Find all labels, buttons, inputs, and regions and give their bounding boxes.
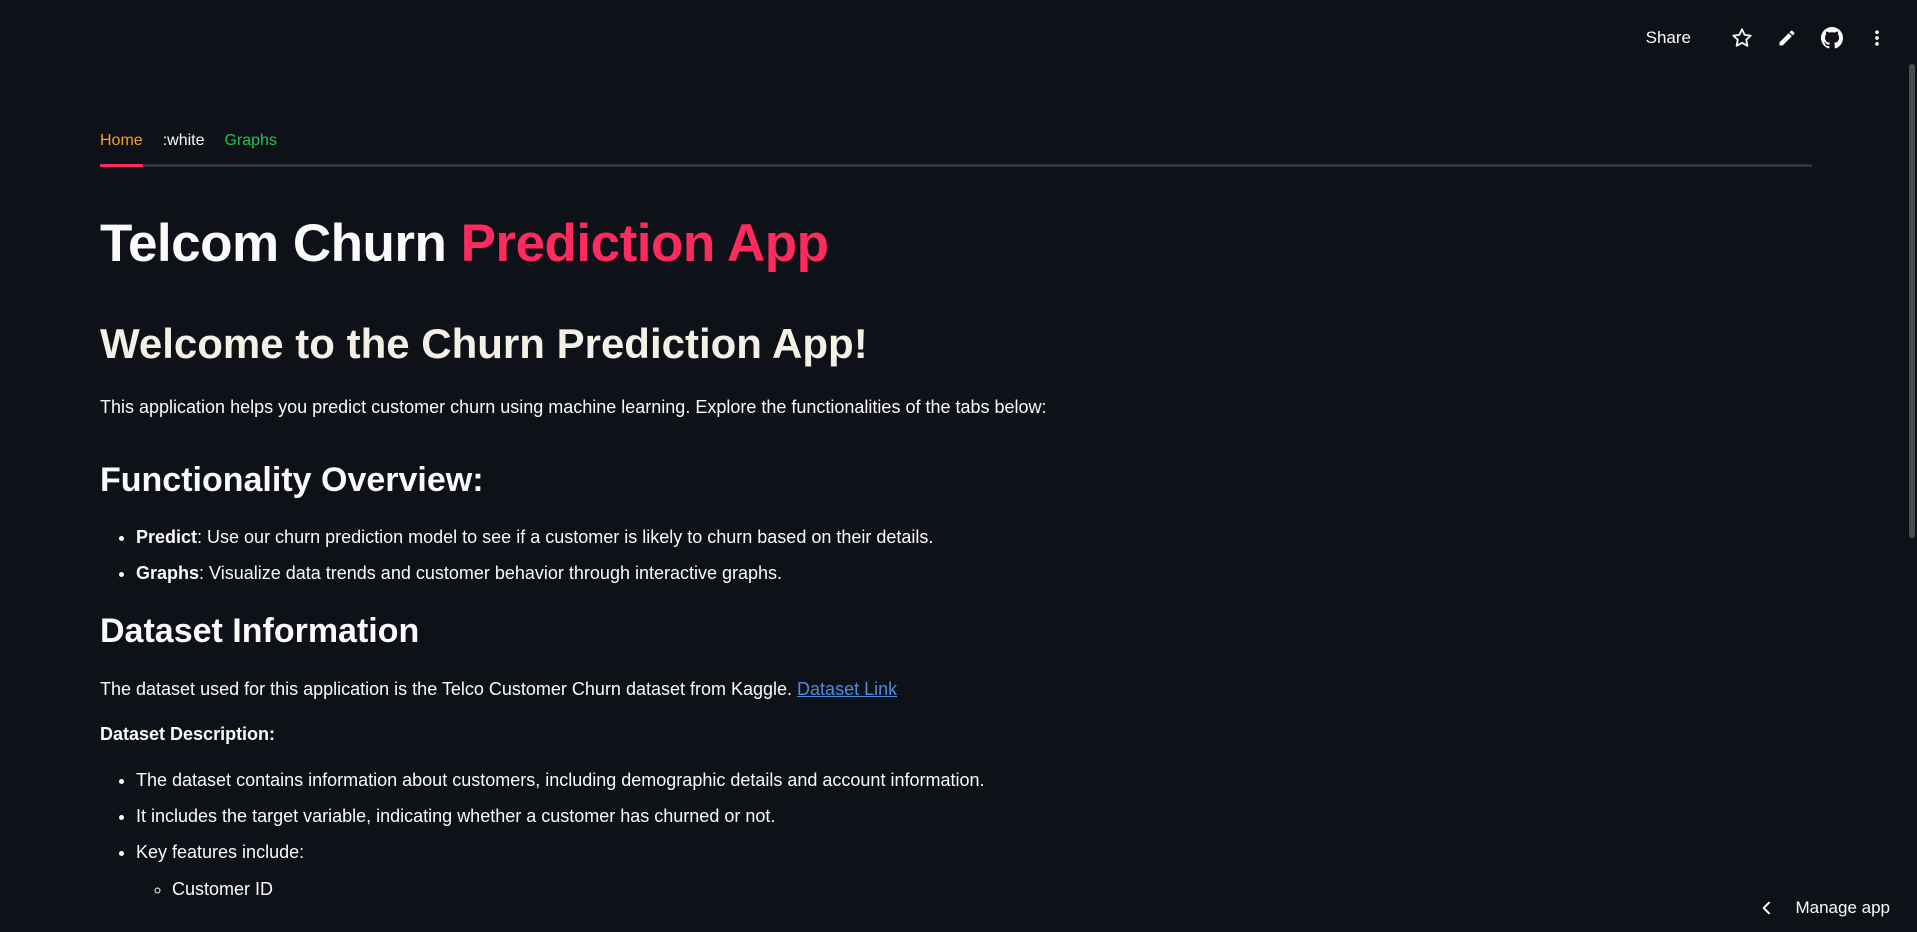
dataset-text-body: The dataset used for this application is… — [100, 679, 798, 700]
tab-home[interactable]: Home — [100, 120, 143, 167]
list-item-text: Key features include: — [136, 842, 305, 863]
top-toolbar: Share — [1646, 22, 1889, 54]
dataset-link[interactable]: Dataset Link — [797, 679, 897, 699]
key-features-list: Customer ID — [136, 876, 1812, 902]
page-title: Telcom Churn Prediction App — [100, 214, 1812, 273]
tab-white[interactable]: :white — [163, 120, 205, 164]
more-vertical-icon[interactable] — [1865, 26, 1889, 50]
manage-app-label: Manage app — [1795, 898, 1890, 917]
main-content: Home :white Graphs Telcom Churn Predicti… — [100, 116, 1812, 912]
list-item-bold: Predict — [136, 526, 198, 547]
manage-app-button[interactable]: Manage app — [1759, 898, 1890, 918]
list-item-text: : Use our churn prediction model to see … — [197, 526, 934, 547]
dataset-description-list: The dataset contains information about c… — [100, 767, 1812, 901]
list-item: Predict: Use our churn prediction model … — [136, 524, 1812, 550]
page-title-accent: Prediction App — [460, 214, 829, 273]
star-icon[interactable] — [1730, 26, 1754, 50]
dataset-text: The dataset used for this application is… — [100, 677, 1812, 702]
list-item: Graphs: Visualize data trends and custom… — [136, 560, 1812, 586]
chevron-left-icon — [1759, 900, 1775, 916]
app-root: Share Home :white Graphs Telcom Churn Pr… — [0, 0, 1917, 932]
pencil-icon[interactable] — [1775, 26, 1799, 50]
functionality-list: Predict: Use our churn prediction model … — [100, 524, 1812, 586]
list-item: It includes the target variable, indicat… — [136, 803, 1812, 829]
intro-text: This application helps you predict custo… — [100, 397, 1047, 418]
list-item: The dataset contains information about c… — [136, 767, 1812, 793]
list-item-text: : Visualize data trends and customer beh… — [199, 562, 783, 583]
github-icon[interactable] — [1820, 26, 1844, 50]
list-item: Key features include: Customer ID — [136, 839, 1812, 901]
list-item: Customer ID — [172, 876, 1812, 902]
dataset-heading: Dataset Information — [100, 611, 420, 650]
home-tab-content: Telcom Churn Prediction App Welcome to t… — [100, 167, 1812, 902]
dataset-description-label: Dataset Description: — [100, 724, 276, 745]
list-item-bold: Graphs — [136, 562, 200, 583]
page-scrollbar[interactable] — [1909, 64, 1915, 538]
welcome-heading: Welcome to the Churn Prediction App! — [100, 320, 868, 368]
tab-graphs[interactable]: Graphs — [224, 120, 276, 164]
share-button[interactable]: Share — [1646, 28, 1691, 48]
page-title-part1: Telcom Churn — [100, 214, 461, 273]
tab-bar: Home :white Graphs — [100, 116, 1812, 167]
functionality-heading: Functionality Overview: — [100, 460, 484, 499]
